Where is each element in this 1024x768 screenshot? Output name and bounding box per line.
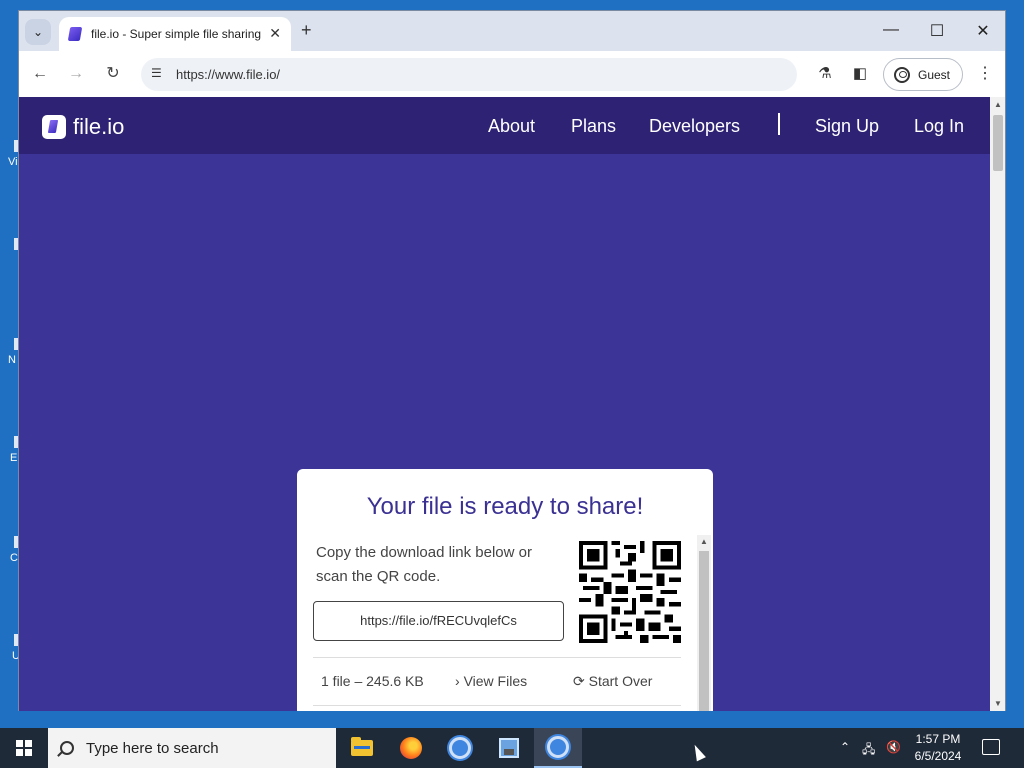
- network-icon[interactable]: 🖧: [862, 740, 875, 761]
- taskbar-file-explorer[interactable]: [338, 728, 386, 768]
- clock-date: 6/5/2024: [914, 749, 962, 763]
- desktop-icon[interactable]: C: [4, 536, 20, 576]
- share-heading: Your file is ready to share!: [366, 493, 644, 520]
- logo-text: file.io: [73, 114, 125, 139]
- tab-title: file.io - Super simple file sharing: [91, 27, 261, 41]
- taskbar-clock[interactable]: 1:57 PM 6/5/2024: [906, 731, 970, 765]
- tray-chevron-up-icon[interactable]: ⌃: [840, 740, 850, 754]
- side-panel-icon[interactable]: ◧: [850, 64, 870, 84]
- card-divider: [313, 657, 681, 658]
- reload-icon[interactable]: ↻: [102, 63, 124, 85]
- control-panel-icon: [499, 738, 519, 758]
- close-window-button[interactable]: ✕: [973, 21, 993, 41]
- nav-login-link[interactable]: Log In: [914, 116, 964, 137]
- chrome-icon: [449, 737, 471, 759]
- scroll-up-icon[interactable]: ▲: [994, 100, 1002, 109]
- firefox-icon: [400, 737, 422, 759]
- tab-close-icon[interactable]: ✕: [269, 25, 281, 42]
- profile-button[interactable]: Guest: [883, 58, 963, 91]
- scroll-up-icon[interactable]: ▲: [700, 537, 708, 546]
- profile-avatar-icon: [894, 66, 910, 83]
- desktop-icon[interactable]: [4, 238, 20, 278]
- start-button[interactable]: [0, 728, 48, 768]
- nav-signup-link[interactable]: Sign Up: [815, 116, 879, 137]
- browser-window: ⌄ file.io - Super simple file sharing ✕ …: [18, 10, 1006, 711]
- windows-logo-icon: [16, 740, 32, 756]
- view-files-label: View Files: [463, 673, 528, 689]
- scroll-down-icon[interactable]: ▼: [994, 699, 1002, 708]
- desktop-icon-label: Vi: [8, 156, 18, 168]
- share-description: Copy the download link below or scan the…: [316, 544, 532, 585]
- page-viewport: file.io About Plans Developers Sign Up L…: [19, 97, 990, 711]
- desktop-icon-label: E: [10, 452, 18, 464]
- desktop-icon[interactable]: U: [4, 634, 20, 674]
- address-bar[interactable]: ☰ https://www.file.io/: [141, 58, 797, 91]
- share-card: Your file is ready to share! Copy the do…: [297, 469, 713, 711]
- taskbar-search[interactable]: Type here to search: [48, 728, 336, 768]
- nav-plans-link[interactable]: Plans: [571, 116, 616, 137]
- page-scrollbar[interactable]: ▲ ▼: [990, 97, 1005, 711]
- file-info: 1 file – 245.6 KB: [321, 673, 424, 689]
- card-scroll-thumb[interactable]: [699, 551, 709, 711]
- nav-about-link[interactable]: About: [488, 116, 535, 137]
- refresh-icon: ⟳: [573, 673, 589, 689]
- chrome-icon: [547, 736, 569, 758]
- forward-arrow-icon[interactable]: →: [65, 63, 87, 85]
- desktop-icon[interactable]: Vi: [4, 140, 20, 180]
- nav-developers-link[interactable]: Developers: [649, 116, 740, 137]
- taskbar-chrome[interactable]: [436, 728, 484, 768]
- site-header: file.io About Plans Developers Sign Up L…: [19, 97, 990, 154]
- taskbar-control-panel[interactable]: [485, 728, 533, 768]
- browser-tab[interactable]: file.io - Super simple file sharing ✕: [59, 17, 291, 51]
- taskbar: Type here to search ⌃ 🖧 🔇 1:57 PM 6/5/20…: [0, 728, 1024, 768]
- view-files-button[interactable]: › View Files: [455, 673, 527, 689]
- volume-muted-icon[interactable]: 🔇: [886, 740, 901, 754]
- tab-strip: ⌄ file.io - Super simple file sharing ✕ …: [19, 11, 1005, 51]
- clock-time: 1:57 PM: [915, 732, 961, 746]
- chevron-right-icon: ›: [455, 673, 464, 689]
- taskbar-chrome-active[interactable]: [534, 728, 582, 768]
- minimize-button[interactable]: —: [881, 21, 901, 39]
- taskbar-firefox[interactable]: [387, 728, 435, 768]
- new-tab-button[interactable]: +: [301, 20, 312, 41]
- card-divider: [313, 705, 681, 706]
- fileio-favicon-icon: [67, 27, 83, 41]
- page-scroll-thumb[interactable]: [993, 115, 1003, 171]
- fileio-logo-icon: [42, 115, 66, 139]
- search-icon: [60, 741, 74, 755]
- site-settings-icon[interactable]: ☰: [151, 66, 167, 82]
- browser-menu-icon[interactable]: ⋮: [977, 63, 993, 83]
- browser-toolbar: ← → ↻ ☰ https://www.file.io/ ⚗ ◧ Guest ⋮: [19, 51, 1005, 97]
- maximize-button[interactable]: ☐: [927, 21, 947, 41]
- profile-label: Guest: [918, 67, 951, 82]
- folder-icon: [351, 737, 373, 756]
- tab-search-button[interactable]: ⌄: [25, 19, 51, 45]
- desktop-icon-label: N: [8, 354, 16, 366]
- card-scrollbar[interactable]: ▲: [697, 535, 711, 711]
- desktop-icon[interactable]: N: [4, 338, 20, 378]
- notification-icon[interactable]: [982, 739, 1000, 755]
- desktop-icon-label: C: [10, 552, 18, 564]
- download-link-field[interactable]: https://file.io/fRECUvqlefCs: [313, 601, 564, 641]
- qr-code-icon: [579, 541, 681, 643]
- address-url[interactable]: https://www.file.io/: [176, 67, 280, 82]
- desktop-icon[interactable]: E: [4, 436, 20, 476]
- start-over-label: Start Over: [588, 673, 653, 689]
- site-logo[interactable]: file.io: [42, 114, 124, 140]
- taskbar-search-placeholder: Type here to search: [86, 739, 219, 757]
- back-arrow-icon[interactable]: ←: [29, 63, 51, 85]
- nav-divider: [778, 113, 780, 135]
- chevron-down-icon: ⌄: [32, 25, 44, 39]
- labs-flask-icon[interactable]: ⚗: [815, 64, 835, 84]
- start-over-button[interactable]: ⟳ Start Over: [573, 673, 652, 690]
